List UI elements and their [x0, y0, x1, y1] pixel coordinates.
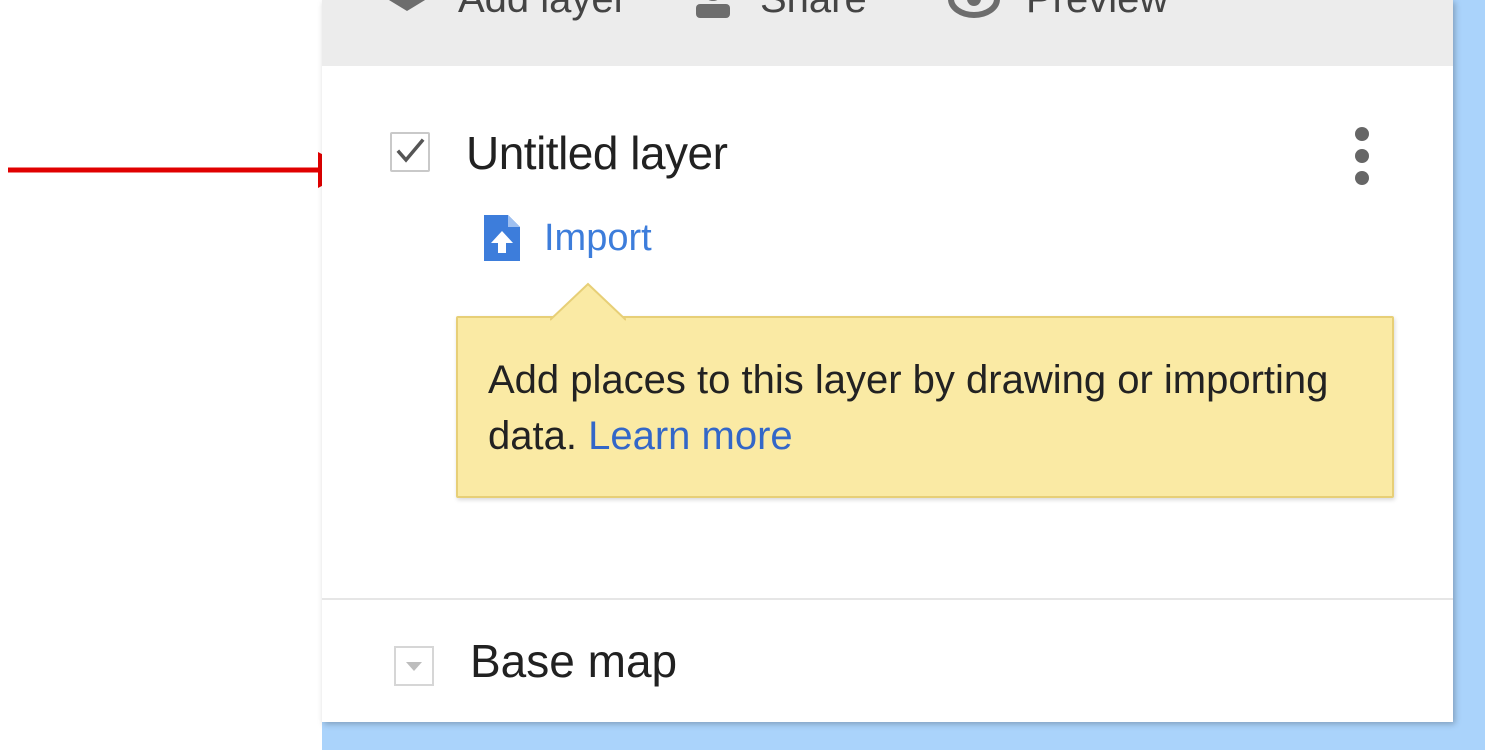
learn-more-link[interactable]: Learn more — [588, 414, 793, 458]
tooltip-text: Add places to this layer by drawing or i… — [488, 352, 1368, 464]
tooltip-pointer — [550, 282, 626, 321]
add-layer-icon — [388, 0, 426, 11]
import-link[interactable]: Import — [482, 210, 652, 266]
base-map-dropdown[interactable] — [394, 646, 434, 686]
base-map-item: Base map — [322, 600, 1453, 722]
layer-visibility-checkbox[interactable] — [390, 132, 430, 172]
import-label: Import — [544, 216, 652, 259]
preview-label: Preview — [1026, 0, 1168, 22]
preview-button[interactable]: Preview — [948, 0, 1168, 22]
add-layer-label: Add layer — [458, 0, 627, 22]
checkmark-icon — [396, 138, 425, 163]
panel-toolbar: Add layer Share Preview — [322, 0, 1453, 66]
share-label: Share — [760, 0, 867, 22]
add-layer-button[interactable]: Add layer — [382, 0, 627, 22]
more-vert-icon[interactable] — [1342, 124, 1382, 188]
eye-icon — [948, 0, 1000, 18]
triangle-down-icon — [406, 662, 422, 671]
file-upload-icon — [484, 215, 520, 261]
base-map-title[interactable]: Base map — [470, 634, 677, 688]
layer-title[interactable]: Untitled layer — [466, 126, 728, 180]
share-button[interactable]: Share — [692, 0, 867, 22]
annotation-arrow-icon — [8, 152, 352, 188]
layer-item: Untitled layer Import Add places to this… — [322, 66, 1453, 600]
layer-hint-tooltip: Add places to this layer by drawing or i… — [456, 282, 1394, 498]
person-icon — [696, 0, 730, 18]
layers-panel: Add layer Share Preview Untitled layer — [322, 0, 1453, 722]
